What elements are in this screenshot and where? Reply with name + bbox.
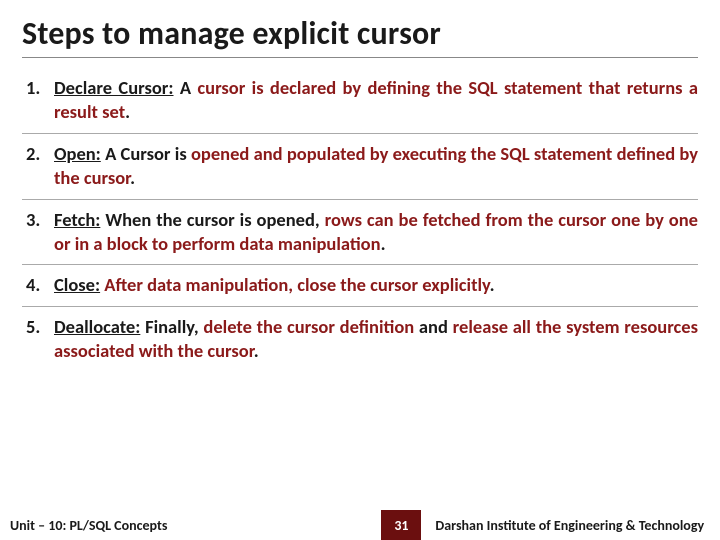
step-text: . bbox=[130, 166, 135, 189]
footer-unit: Unit – 10: PL/SQL Concepts bbox=[0, 510, 181, 540]
step-lead: Close: bbox=[54, 273, 100, 296]
slide-footer: Unit – 10: PL/SQL Concepts 31 Darshan In… bbox=[0, 510, 720, 540]
step-text: . bbox=[254, 339, 259, 362]
step-text: A bbox=[174, 76, 198, 99]
step-text: . bbox=[490, 273, 495, 296]
step-text: . bbox=[125, 100, 130, 123]
slide: Steps to manage explicit cursor Declare … bbox=[0, 0, 720, 540]
step-lead: Declare Cursor: bbox=[54, 76, 174, 99]
list-item: Fetch: When the cursor is opened, rows c… bbox=[22, 200, 698, 266]
step-lead: Open: bbox=[54, 142, 101, 165]
step-text: . bbox=[381, 232, 386, 255]
steps-list: Declare Cursor: A cursor is declared by … bbox=[22, 68, 698, 372]
step-emph: After data manipulation, close the curso… bbox=[104, 273, 489, 296]
list-item: Declare Cursor: A cursor is declared by … bbox=[22, 68, 698, 134]
footer-org: Darshan Institute of Engineering & Techn… bbox=[421, 510, 720, 540]
step-emph: delete the cursor definition bbox=[203, 315, 414, 338]
step-lead: Deallocate: bbox=[54, 315, 140, 338]
step-lead: Fetch: bbox=[54, 208, 100, 231]
list-item: Close: After data manipulation, close th… bbox=[22, 265, 698, 306]
step-text: Finally, bbox=[140, 315, 203, 338]
step-text: A Cursor is bbox=[101, 142, 191, 165]
step-text: and bbox=[414, 315, 452, 338]
step-text: When the cursor is opened, bbox=[100, 208, 324, 231]
footer-spacer bbox=[181, 510, 381, 540]
list-item: Deallocate: Finally, delete the cursor d… bbox=[22, 307, 698, 372]
slide-title: Steps to manage explicit cursor bbox=[22, 14, 698, 58]
list-item: Open: A Cursor is opened and populated b… bbox=[22, 134, 698, 200]
footer-page-number: 31 bbox=[381, 510, 421, 540]
